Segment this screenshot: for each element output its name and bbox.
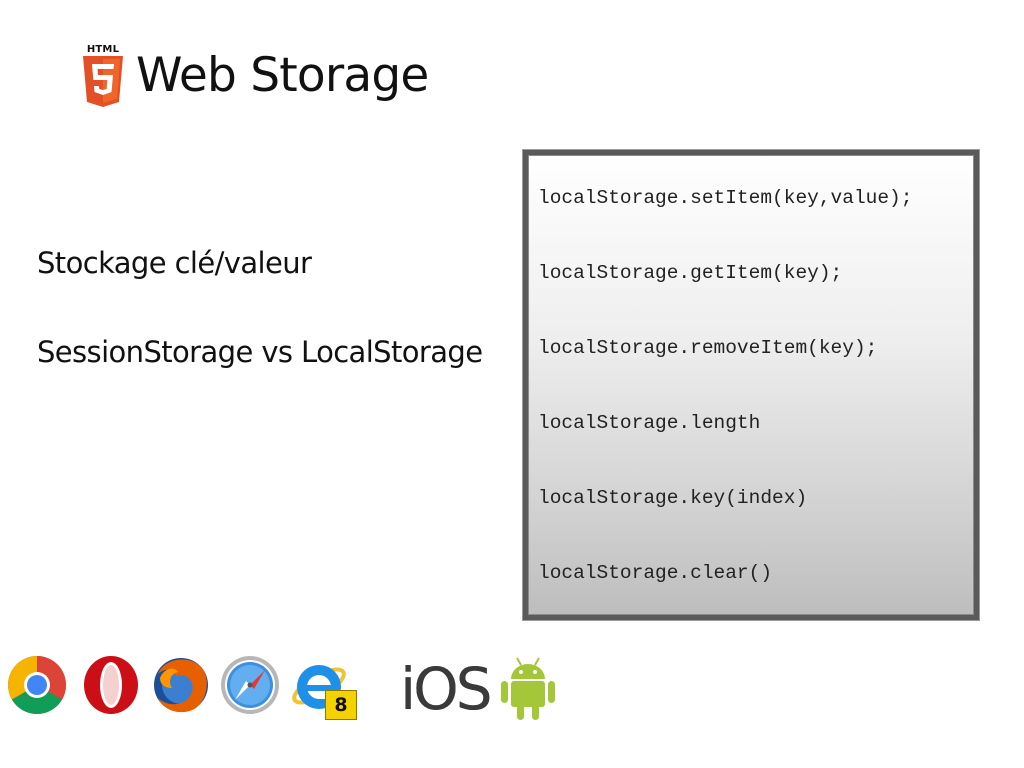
code-line-removeitem: localStorage.removeItem(key);	[538, 337, 878, 359]
ie-version-badge: 8	[325, 690, 357, 720]
code-line-key: localStorage.key(index)	[538, 487, 808, 509]
firefox-icon	[154, 658, 208, 713]
android-icon	[501, 657, 555, 720]
code-line-length: localStorage.length	[538, 412, 761, 434]
ios-label: iOS	[400, 655, 493, 723]
code-block: localStorage.setItem(key,value); localSt…	[523, 150, 979, 620]
page-title: Web Storage	[136, 48, 429, 103]
ios-logo: iOS	[400, 655, 493, 724]
chrome-icon	[8, 656, 66, 714]
bullet-key-value: Stockage clé/valeur	[37, 246, 312, 280]
code-line-setitem: localStorage.setItem(key,value);	[538, 187, 913, 209]
safari-icon	[221, 656, 279, 714]
code-line-getitem: localStorage.getItem(key);	[538, 262, 843, 284]
bullet-session-vs-local: SessionStorage vs LocalStorage	[37, 335, 483, 369]
opera-icon	[84, 656, 138, 714]
code-line-clear: localStorage.clear()	[538, 562, 773, 584]
html5-logo-icon: HTML	[80, 44, 126, 108]
